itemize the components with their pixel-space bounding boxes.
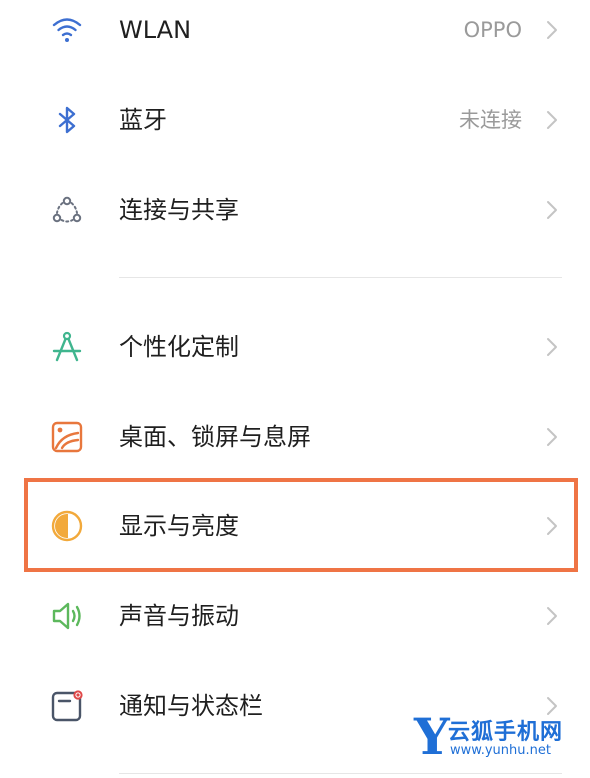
- settings-item-label: 通知与状态栏: [119, 692, 263, 720]
- settings-item-wlan[interactable]: WLAN OPPO: [0, 0, 590, 75]
- chevron-right-icon: [547, 21, 557, 39]
- chevron-right-icon: [547, 201, 557, 219]
- settings-item-label: 显示与亮度: [119, 512, 239, 540]
- notification-icon: [48, 687, 86, 725]
- brightness-icon: [48, 507, 86, 545]
- section-divider: [119, 773, 562, 774]
- settings-item-label: WLAN: [119, 16, 192, 44]
- settings-item-label: 个性化定制: [119, 333, 239, 361]
- settings-item-personalization[interactable]: 个性化定制: [0, 302, 590, 392]
- section-divider: [119, 277, 562, 278]
- settings-item-notification-statusbar[interactable]: 通知与状态栏: [0, 661, 590, 751]
- chevron-right-icon: [547, 697, 557, 715]
- settings-item-desktop-lockscreen[interactable]: 桌面、锁屏与息屏: [0, 392, 590, 482]
- settings-item-value: 未连接: [459, 108, 522, 132]
- wallpaper-icon: [48, 418, 86, 456]
- settings-item-label: 连接与共享: [119, 196, 239, 224]
- settings-item-label: 桌面、锁屏与息屏: [119, 423, 311, 451]
- bluetooth-icon: [48, 101, 86, 139]
- chevron-right-icon: [547, 517, 557, 535]
- chevron-right-icon: [547, 428, 557, 446]
- settings-item-label: 声音与振动: [119, 602, 239, 630]
- settings-item-bluetooth[interactable]: 蓝牙 未连接: [0, 75, 590, 165]
- chevron-right-icon: [547, 338, 557, 356]
- speaker-icon: [48, 597, 86, 635]
- chevron-right-icon: [547, 111, 557, 129]
- settings-item-sound-vibration[interactable]: 声音与振动: [0, 571, 590, 661]
- settings-item-display-brightness[interactable]: 显示与亮度: [0, 481, 590, 571]
- settings-item-connection-sharing[interactable]: 连接与共享: [0, 165, 590, 255]
- compass-icon: [48, 328, 86, 366]
- wifi-icon: [48, 11, 86, 49]
- settings-item-value: OPPO: [463, 18, 522, 42]
- chevron-right-icon: [547, 607, 557, 625]
- settings-item-label: 蓝牙: [119, 106, 167, 134]
- settings-screen: WLAN OPPO 蓝牙 未连接 连接与共享 个性化定制 桌面、锁屏与息屏 显示…: [0, 0, 590, 778]
- connection-sharing-icon: [48, 191, 86, 229]
